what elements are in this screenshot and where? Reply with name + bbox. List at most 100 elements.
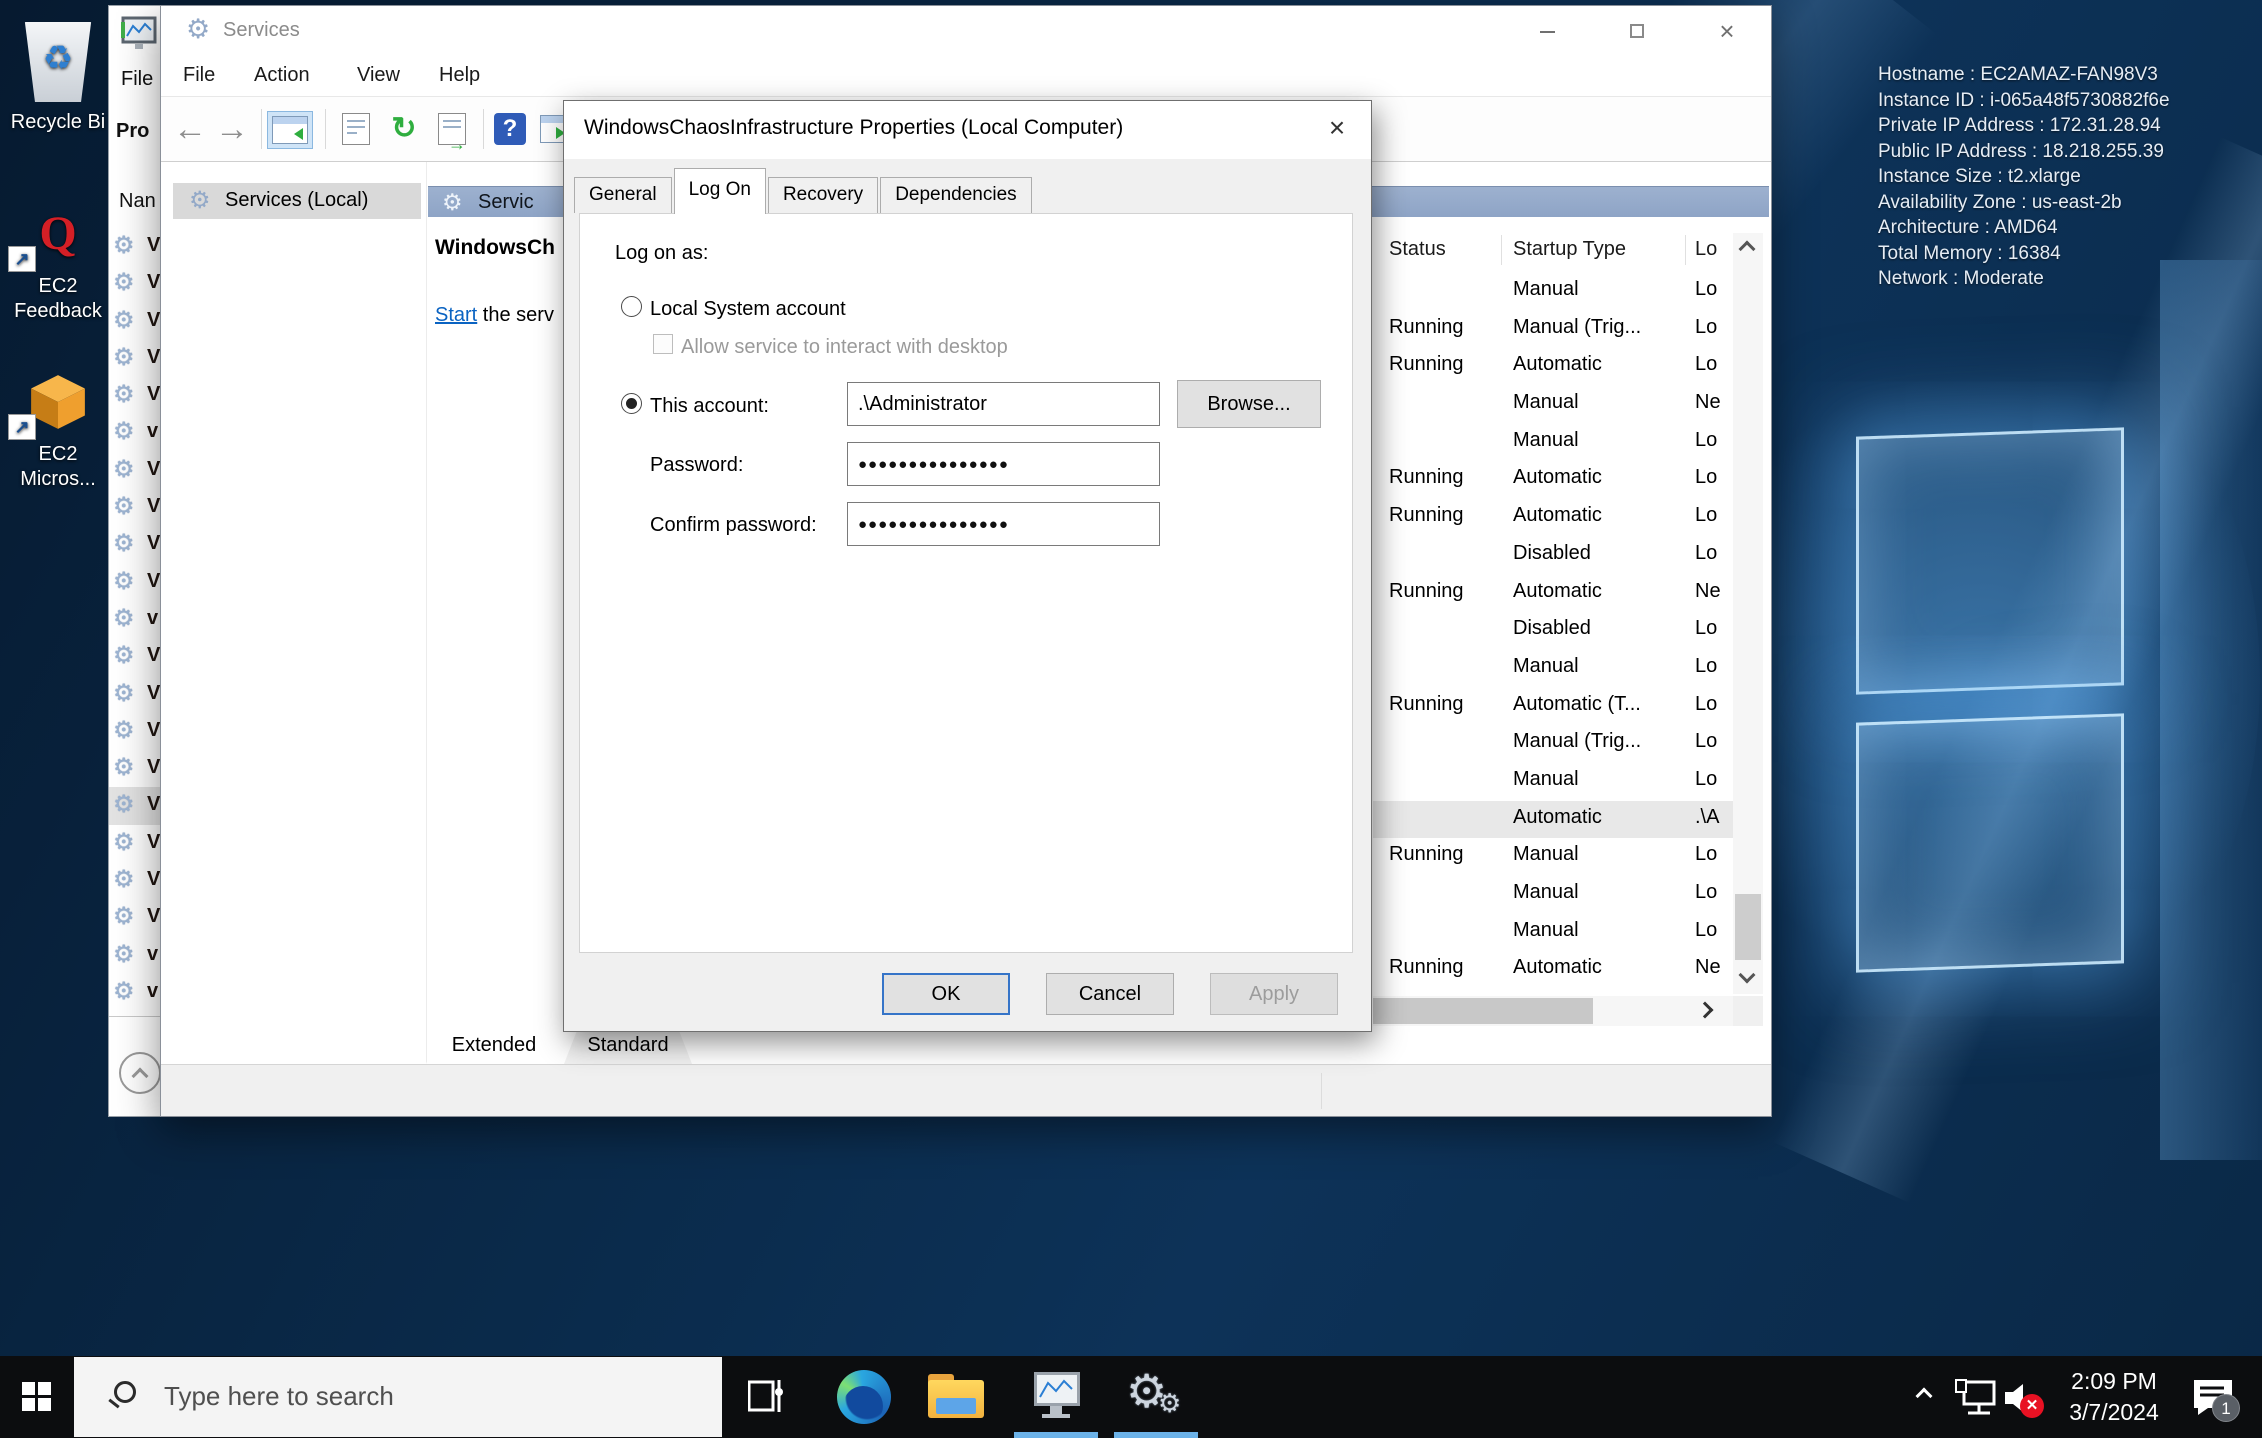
- browse-button[interactable]: Browse...: [1177, 380, 1321, 428]
- desktop-icon-recycle-bin[interactable]: ♻ Recycle Bi: [0, 22, 116, 135]
- task-view-button[interactable]: [724, 1356, 810, 1438]
- table-row[interactable]: RunningAutomaticNe: [1373, 575, 1733, 613]
- background-service-row[interactable]: ⚙V: [109, 676, 166, 713]
- services-titlebar[interactable]: ⚙ Services ×: [161, 6, 1771, 56]
- scrollbar-thumb[interactable]: [1373, 998, 1593, 1024]
- column-status[interactable]: Status: [1389, 238, 1446, 261]
- tab-general[interactable]: General: [574, 177, 672, 213]
- table-row[interactable]: RunningAutomaticLo: [1373, 499, 1733, 537]
- background-service-row[interactable]: ⚙V: [109, 638, 166, 675]
- horizontal-scrollbar[interactable]: [1373, 996, 1733, 1026]
- background-service-row[interactable]: ⚙V: [109, 452, 166, 489]
- tree-item-services-local[interactable]: ⚙ Services (Local): [173, 183, 421, 219]
- menu-action[interactable]: Action: [254, 64, 310, 87]
- this-account-label[interactable]: This account:: [650, 395, 769, 418]
- vertical-scrollbar[interactable]: [1733, 233, 1763, 994]
- background-service-row[interactable]: ⚙V: [109, 526, 166, 563]
- background-service-row[interactable]: ⚙v: [109, 601, 166, 638]
- background-service-row[interactable]: ⚙V: [109, 228, 166, 265]
- background-service-row[interactable]: ⚙v: [109, 414, 166, 451]
- tab-standard[interactable]: Standard: [564, 1028, 692, 1064]
- apply-button[interactable]: Apply: [1210, 973, 1338, 1015]
- this-account-radio[interactable]: [621, 393, 642, 414]
- tab-log-on[interactable]: Log On: [674, 168, 766, 214]
- table-row[interactable]: ManualLo: [1373, 763, 1733, 801]
- background-service-row[interactable]: ⚙V: [109, 303, 166, 340]
- table-row[interactable]: RunningAutomaticLo: [1373, 461, 1733, 499]
- export-list-button[interactable]: →: [433, 111, 471, 149]
- local-system-radio[interactable]: [621, 296, 642, 317]
- menu-help[interactable]: Help: [439, 64, 480, 87]
- interact-desktop-checkbox[interactable]: [653, 334, 673, 354]
- menu-file[interactable]: File: [183, 64, 215, 87]
- scrollbar-thumb[interactable]: [1735, 894, 1761, 960]
- table-row[interactable]: ManualLo: [1373, 273, 1733, 311]
- password-input[interactable]: [847, 442, 1160, 486]
- background-service-row[interactable]: ⚙V: [109, 340, 166, 377]
- table-row[interactable]: ManualLo: [1373, 914, 1733, 952]
- desktop-icon-ec2-microsoft[interactable]: ↗ EC2 Micros...: [0, 374, 116, 492]
- background-service-row[interactable]: ⚙v: [109, 974, 166, 1011]
- background-menu-file[interactable]: File: [121, 68, 153, 91]
- start-button[interactable]: [0, 1356, 66, 1438]
- table-row[interactable]: DisabledLo: [1373, 537, 1733, 575]
- scroll-down-icon[interactable]: [1739, 967, 1756, 984]
- column-startup-type[interactable]: Startup Type: [1513, 238, 1626, 261]
- background-column-header[interactable]: Nan: [119, 190, 156, 213]
- local-system-label[interactable]: Local System account: [650, 298, 846, 321]
- forward-button[interactable]: →: [213, 111, 251, 149]
- perfmon-button[interactable]: [1010, 1356, 1102, 1438]
- back-button[interactable]: ←: [171, 111, 209, 149]
- table-row[interactable]: ManualNe: [1373, 386, 1733, 424]
- edge-button[interactable]: [818, 1356, 910, 1438]
- close-button[interactable]: ×: [1703, 14, 1751, 50]
- action-center-button[interactable]: 1: [2178, 1356, 2262, 1438]
- volume-muted-icon[interactable]: ✕: [2002, 1356, 2054, 1438]
- show-console-tree-button[interactable]: [267, 111, 313, 149]
- start-service-link[interactable]: Start: [435, 304, 477, 326]
- table-row[interactable]: ManualLo: [1373, 424, 1733, 462]
- table-row[interactable]: RunningAutomaticLo: [1373, 348, 1733, 386]
- ok-button[interactable]: OK: [882, 973, 1010, 1015]
- maximize-button[interactable]: [1613, 14, 1661, 50]
- dialog-titlebar[interactable]: WindowsChaosInfrastructure Properties (L…: [564, 101, 1371, 159]
- tab-recovery[interactable]: Recovery: [768, 177, 878, 213]
- scroll-right-icon[interactable]: [1697, 1002, 1714, 1019]
- background-service-row[interactable]: ⚙V: [109, 825, 166, 862]
- network-icon[interactable]: [1950, 1356, 2002, 1438]
- menu-view[interactable]: View: [357, 64, 400, 87]
- table-row[interactable]: Manual (Trig...Lo: [1373, 725, 1733, 763]
- table-row[interactable]: ManualLo: [1373, 650, 1733, 688]
- background-service-row[interactable]: ⚙V: [109, 713, 166, 750]
- taskbar-clock[interactable]: 2:09 PM 3/7/2024: [2052, 1366, 2176, 1428]
- collapse-button[interactable]: [119, 1052, 161, 1094]
- background-service-row[interactable]: ⚙V: [109, 564, 166, 601]
- minimize-button[interactable]: [1523, 14, 1571, 50]
- background-service-row[interactable]: ⚙V: [109, 265, 166, 302]
- tab-extended[interactable]: Extended: [426, 1028, 562, 1064]
- table-row[interactable]: RunningAutomatic (T...Lo: [1373, 688, 1733, 726]
- tab-dependencies[interactable]: Dependencies: [880, 177, 1031, 213]
- background-service-row[interactable]: ⚙v: [109, 937, 166, 974]
- properties-button[interactable]: [337, 111, 375, 149]
- table-row[interactable]: RunningManualLo: [1373, 838, 1733, 876]
- background-service-row[interactable]: ⚙V: [109, 862, 166, 899]
- background-service-row[interactable]: ⚙V: [109, 899, 166, 936]
- help-button[interactable]: ?: [491, 111, 529, 149]
- background-service-row[interactable]: ⚙V: [109, 787, 166, 824]
- column-log-on-as[interactable]: Lo: [1695, 238, 1717, 261]
- scroll-up-icon[interactable]: [1739, 241, 1756, 258]
- table-row[interactable]: ManualLo: [1373, 876, 1733, 914]
- file-explorer-button[interactable]: [910, 1356, 1002, 1438]
- refresh-button[interactable]: ↻: [385, 111, 423, 149]
- table-row[interactable]: DisabledLo: [1373, 612, 1733, 650]
- account-input[interactable]: [847, 382, 1160, 426]
- table-row[interactable]: RunningManual (Trig...Lo: [1373, 311, 1733, 349]
- background-service-row[interactable]: ⚙V: [109, 489, 166, 526]
- dialog-close-button[interactable]: ×: [1312, 107, 1362, 149]
- cancel-button[interactable]: Cancel: [1046, 973, 1174, 1015]
- taskbar-search[interactable]: Type here to search: [74, 1357, 722, 1437]
- background-service-row[interactable]: ⚙V: [109, 750, 166, 787]
- table-row[interactable]: RunningAutomaticNe: [1373, 951, 1733, 989]
- background-service-row[interactable]: ⚙V: [109, 377, 166, 414]
